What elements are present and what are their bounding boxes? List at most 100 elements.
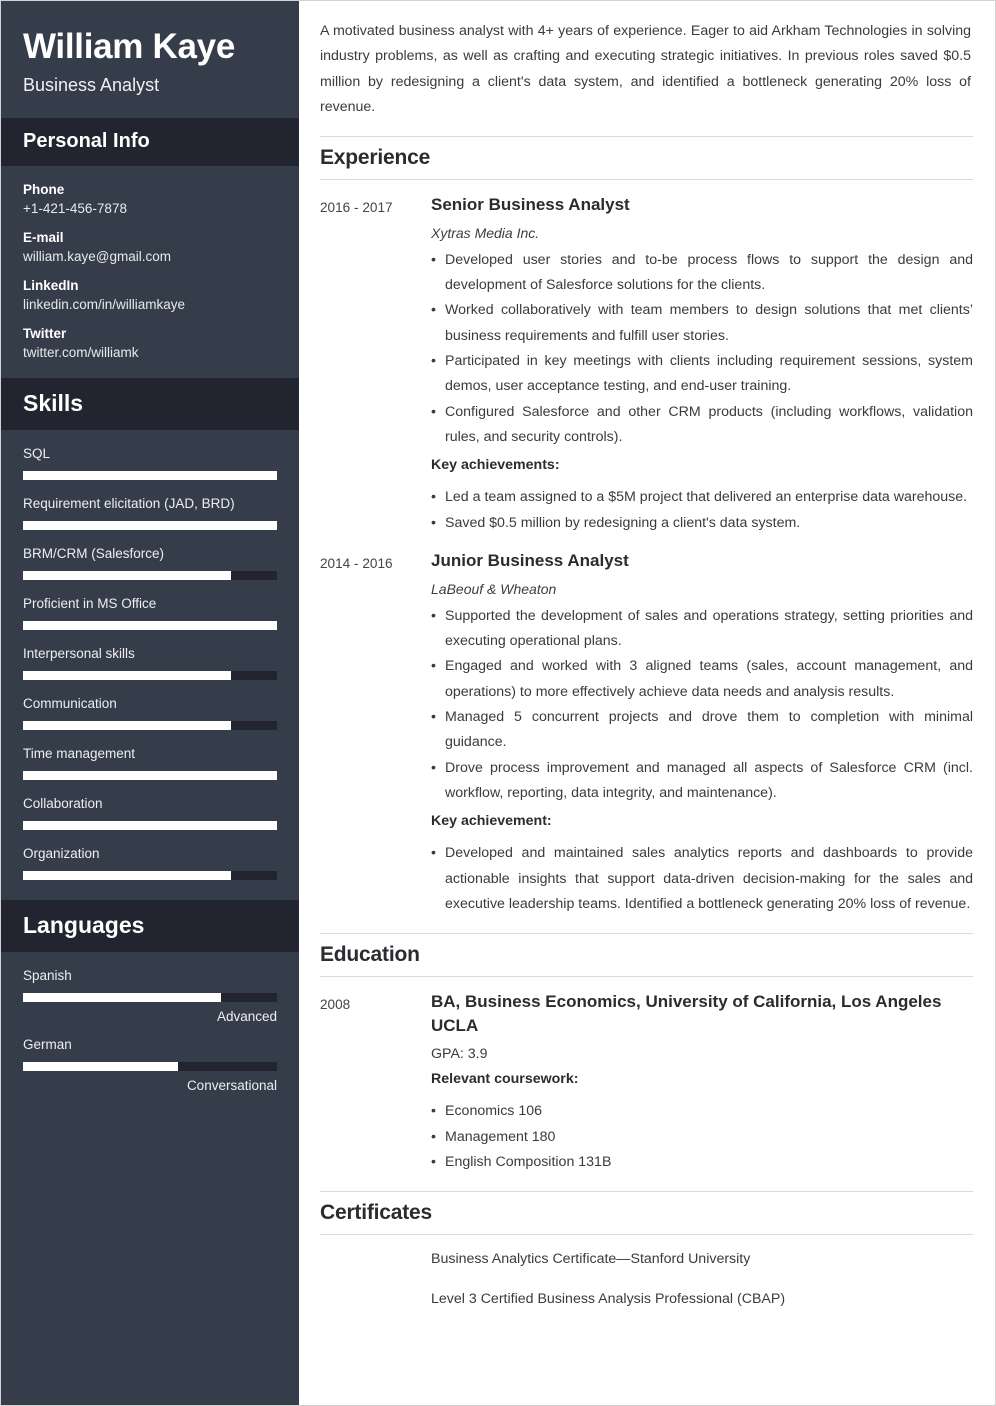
contact-label: LinkedIn [23,278,79,294]
skill-label: Requirement elicitation (JAD, BRD) [23,496,235,512]
entry-job-title: Junior Business Analyst [431,551,629,571]
skill-item: SQL [23,446,277,481]
contact-item-email: E-mail william.kaye@gmail.com [23,230,277,264]
skill-level-fill [23,771,277,781]
coursework-item: English Composition 131B [431,1150,973,1176]
skill-item: Communication [23,696,277,731]
skill-item: Proficient in MS Office [23,596,277,631]
name-block: William Kaye Business Analyst [1,1,299,118]
skill-label: Communication [23,696,117,712]
skill-level-fill [23,871,232,881]
resume-page: William Kaye Business Analyst Personal I… [0,0,996,1406]
experience-entry: 2016 - 2017 Senior Business Analyst Xytr… [320,180,973,536]
skill-level-bar [23,521,277,531]
bullet-item: Drove process improvement and managed al… [431,756,973,807]
skill-item: Time management [23,746,277,781]
coursework-item: Economics 106 [431,1099,973,1125]
certificates-heading: Certificates [320,1191,973,1236]
certificate-item: Level 3 Certified Business Analysis Prof… [431,1291,786,1308]
skill-level-fill [23,521,277,531]
experience-entry: 2014 - 2016 Junior Business Analyst LaBe… [320,536,973,917]
bullet-item: Configured Salesforce and other CRM prod… [431,400,973,451]
contact-value[interactable]: twitter.com/williamk [23,345,277,360]
personal-info-list: Phone +1-421-456-7878 E-mail william.kay… [1,166,299,378]
certificate-item: Business Analytics Certificate—Stanford … [431,1251,751,1268]
skill-label: Collaboration [23,796,103,812]
skill-label: SQL [23,446,51,462]
skill-level-bar [23,621,277,631]
contact-label: Phone [23,182,65,198]
skill-label: Organization [23,846,100,862]
skill-item: Interpersonal skills [23,646,277,681]
skill-label: Interpersonal skills [23,646,135,662]
skill-item: Requirement elicitation (JAD, BRD) [23,496,277,531]
entry-company: LaBeouf & Wheaton [431,580,557,597]
languages-section-header: Languages [1,900,299,953]
gpa-value: GPA: 3.9 [431,1045,488,1062]
entry-date: 2014 - 2016 [320,556,393,572]
personal-info-section-header: Personal Info [1,118,299,167]
skill-level-bar [23,471,277,481]
skill-label: Proficient in MS Office [23,596,157,612]
coursework-label: Relevant coursework: [431,1071,579,1088]
bullet-item: Developed user stories and to-be process… [431,248,973,299]
bullet-item: Supported the development of sales and o… [431,604,973,655]
skill-item: BRM/CRM (Salesforce) [23,546,277,581]
languages-list: Spanish Advanced German Conversational [1,952,299,1124]
language-level-bar [23,993,277,1003]
sidebar: William Kaye Business Analyst Personal I… [1,1,299,1405]
skill-level-bar [23,721,277,731]
skills-section-header: Skills [1,378,299,431]
degree-title: BA, Business Economics, University of Ca… [431,992,942,1035]
contact-value[interactable]: linkedin.com/in/williamkaye [23,297,277,312]
contact-label: E-mail [23,230,64,246]
skill-level-fill [23,671,232,681]
coursework-item: Management 180 [431,1125,973,1151]
skill-item: Collaboration [23,796,277,831]
entry-body: Senior Business Analyst Xytras Media Inc… [431,193,973,536]
skill-level-bar [23,871,277,881]
candidate-job-title: Business Analyst [23,75,160,96]
experience-heading: Experience [320,136,973,181]
certificates-section: Certificates Business Analytics Certific… [320,1191,973,1311]
achievement-item: Saved $0.5 million by redesigning a clie… [431,511,973,537]
entry-date: 2016 - 2017 [320,200,393,216]
contact-item-twitter: Twitter twitter.com/williamk [23,326,277,360]
entry-body: Junior Business Analyst LaBeouf & Wheato… [431,549,973,917]
contact-item-linkedin: LinkedIn linkedin.com/in/williamkaye [23,278,277,312]
achievement-item: Developed and maintained sales analytics… [431,841,973,917]
language-level-fill [23,1062,178,1072]
bullet-item: Participated in key meetings with client… [431,349,973,400]
achievements-label: Key achievement: [431,813,552,830]
language-item: German Conversational [23,1037,277,1093]
bullet-item: Managed 5 concurrent projects and drove … [431,705,973,756]
entry-achievements: Led a team assigned to a $5M project tha… [431,485,973,536]
entry-bullets: Supported the development of sales and o… [431,604,973,806]
languages-heading: Languages [23,912,145,939]
skill-level-fill [23,621,277,631]
entry-achievements: Developed and maintained sales analytics… [431,841,973,917]
language-label: German [23,1037,72,1053]
skill-level-bar [23,821,277,831]
achievements-label: Key achievements: [431,457,560,474]
skill-level-fill [23,471,277,481]
skill-level-fill [23,821,277,831]
education-section: Education 2008 BA, Business Economics, U… [320,933,973,1175]
bullet-item: Worked collaboratively with team members… [431,298,973,349]
certificates-list: Business Analytics Certificate—Stanford … [320,1235,973,1311]
skills-list: SQL Requirement elicitation (JAD, BRD) B… [1,430,299,900]
contact-value[interactable]: +1-421-456-7878 [23,201,277,216]
skill-label: Time management [23,746,136,762]
main-content: A motivated business analyst with 4+ yea… [299,1,995,1405]
language-level-bar [23,1062,277,1072]
coursework-list: Economics 106 Management 180 English Com… [431,1099,973,1175]
achievement-item: Led a team assigned to a $5M project tha… [431,485,973,511]
language-level-fill [23,993,222,1003]
skill-level-fill [23,721,232,731]
entry-company: Xytras Media Inc. [431,224,540,241]
education-entry: 2008 BA, Business Economics, University … [320,977,973,1175]
language-item: Spanish Advanced [23,968,277,1024]
contact-value[interactable]: william.kaye@gmail.com [23,249,277,264]
personal-info-heading: Personal Info [23,130,150,153]
education-heading: Education [320,933,973,978]
